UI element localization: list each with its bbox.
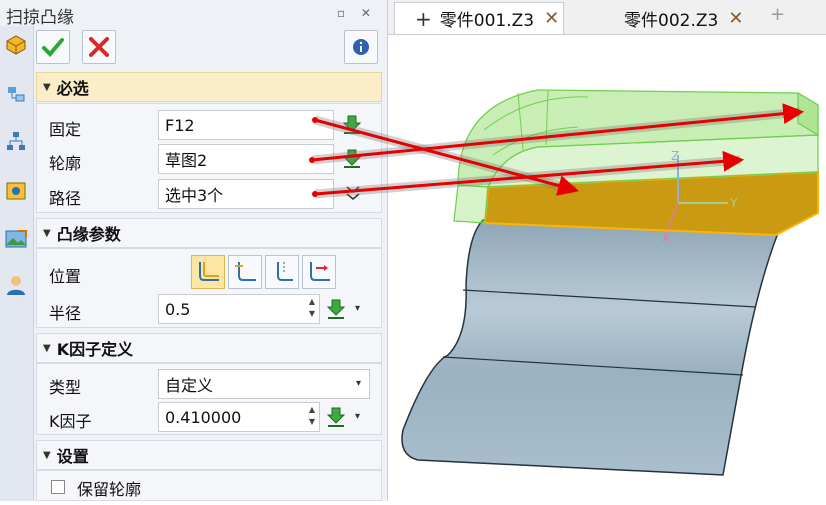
close-icon — [89, 37, 109, 57]
close-icon[interactable]: ✕ — [728, 8, 743, 29]
sheet-body — [401, 219, 780, 476]
type-select[interactable]: 自定义 ▾ — [158, 369, 370, 399]
section-flange-header[interactable]: ▼ 凸缘参数 — [36, 218, 382, 248]
section-title: 设置 — [56, 447, 89, 466]
radius-label: 半径 — [49, 304, 82, 323]
fixed-label: 固定 — [49, 120, 82, 139]
assembly-tree-icon[interactable] — [2, 126, 30, 156]
type-label: 类型 — [49, 378, 82, 397]
tab-label: 零件001.Z3 — [439, 11, 535, 31]
section-title: K因子定义 — [56, 340, 134, 359]
section-required-header[interactable]: ▼ 必选 — [36, 72, 382, 102]
kfactor-label: K因子 — [49, 412, 92, 431]
position-option-offset[interactable] — [302, 255, 336, 289]
type-value: 自定义 — [165, 376, 214, 395]
collapse-triangle-icon: ▼ — [43, 449, 51, 461]
path-field[interactable]: 选中3个 — [158, 179, 334, 209]
section-kfactor-body: 类型 自定义 ▾ K因子 0.410000 ▲ ▼ ▾ — [36, 363, 382, 435]
document-tabbar: + 零件001.Z3 ✕ 零件002.Z3 ✕ + — [388, 0, 826, 35]
profile-label: 轮廓 — [49, 154, 82, 173]
profile-field[interactable]: 草图2 — [158, 144, 334, 174]
flange-outer-icon — [277, 262, 293, 281]
dropdown-arrow-icon[interactable]: ▾ — [355, 303, 360, 314]
collapse-triangle-icon: ▼ — [43, 342, 51, 354]
tab-part002[interactable]: 零件002.Z3 ✕ — [600, 2, 770, 34]
path-label: 路径 — [49, 189, 82, 208]
part-model: Z Y X — [401, 89, 819, 476]
path-value: 选中3个 — [165, 186, 224, 205]
flange-center-icon — [235, 262, 256, 281]
feature-panel: 扫掠凸缘 ▫ ✕ ▼ 必选 固定 F12 轮廓 草图2 路径 选中3个 ▼ 凸缘… — [0, 0, 388, 501]
fixed-field[interactable]: F12 — [158, 110, 334, 140]
tab-part001[interactable]: + 零件001.Z3 ✕ — [394, 2, 564, 34]
info-icon — [353, 39, 369, 55]
section-required-body: 固定 F12 轮廓 草图2 路径 选中3个 — [36, 103, 382, 213]
spinner-icon[interactable]: ▲ ▼ — [309, 404, 315, 428]
radius-value: 0.5 — [165, 299, 191, 319]
fixed-value: F12 — [165, 115, 195, 135]
history-tree-icon[interactable] — [2, 80, 30, 110]
keep-profile-checkbox[interactable] — [51, 480, 65, 494]
pick-arrow-icon[interactable] — [342, 148, 362, 172]
svg-text:X: X — [662, 231, 670, 245]
side-tabbar — [0, 26, 34, 501]
pick-arrow-icon[interactable] — [342, 114, 362, 138]
dropdown-arrow-icon: ▾ — [355, 378, 361, 389]
collapse-triangle-icon: ▼ — [43, 227, 51, 239]
help-button[interactable] — [344, 30, 378, 64]
position-option-center[interactable] — [228, 255, 262, 289]
pick-arrow-icon[interactable] — [326, 298, 346, 324]
kfactor-input[interactable]: 0.410000 ▲ ▼ — [158, 402, 320, 432]
close-icon[interactable]: ✕ — [544, 8, 559, 29]
feature-icon[interactable] — [2, 30, 30, 60]
section-settings-header[interactable]: ▼ 设置 — [36, 440, 382, 470]
dropdown-arrow-icon[interactable]: ▾ — [355, 411, 360, 422]
check-icon — [42, 38, 64, 57]
svg-text:Y: Y — [729, 196, 738, 210]
chevron-down-icon[interactable] — [346, 185, 360, 205]
flange-offset-icon — [310, 262, 330, 281]
position-label: 位置 — [49, 267, 82, 286]
user-icon[interactable] — [2, 270, 30, 300]
new-tab-prefix-icon: + — [415, 6, 432, 31]
add-tab-button[interactable]: + — [770, 4, 785, 25]
keep-profile-label: 保留轮廓 — [77, 480, 142, 499]
image-manager-icon[interactable] — [2, 224, 30, 254]
confirm-button[interactable] — [36, 30, 70, 64]
section-flange-body: 位置 半径 0.5 ▲ ▼ ▾ — [36, 248, 382, 328]
cancel-button[interactable] — [82, 30, 116, 64]
model-viewport[interactable]: Z Y X — [388, 35, 826, 501]
tab-label: 零件002.Z3 — [624, 10, 719, 31]
profile-value: 草图2 — [165, 151, 208, 170]
panel-title: 扫掠凸缘 — [6, 8, 74, 28]
radius-input[interactable]: 0.5 ▲ ▼ — [158, 294, 320, 324]
spinner-icon[interactable]: ▲ ▼ — [309, 296, 315, 320]
section-settings-body: 保留轮廓 — [36, 470, 382, 501]
section-title: 凸缘参数 — [56, 225, 121, 244]
flange-inner-icon — [199, 262, 219, 281]
section-title: 必选 — [56, 79, 89, 98]
pick-arrow-icon[interactable] — [326, 406, 346, 432]
collapse-triangle-icon: ▼ — [43, 81, 51, 93]
position-option-inner[interactable] — [191, 255, 225, 289]
position-option-outer[interactable] — [265, 255, 299, 289]
section-kfactor-header[interactable]: ▼ K因子定义 — [36, 333, 382, 363]
kfactor-value: 0.410000 — [165, 407, 242, 427]
svg-text:Z: Z — [671, 149, 679, 163]
view-manager-icon[interactable] — [2, 176, 30, 206]
panel-window-controls[interactable]: ▫ ✕ — [337, 6, 377, 20]
